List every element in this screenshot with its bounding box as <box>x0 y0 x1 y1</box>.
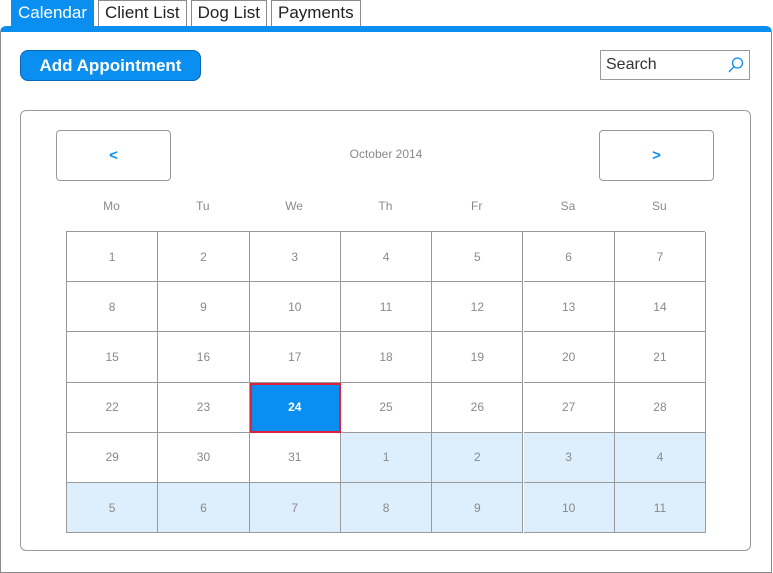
calendar-day[interactable]: 26 <box>432 382 524 433</box>
calendar-day[interactable]: 7 <box>614 232 707 283</box>
next-month-button[interactable]: > <box>599 130 714 181</box>
calendar-day[interactable]: 11 <box>340 282 433 333</box>
calendar-day[interactable]: 9 <box>158 282 250 333</box>
tab-calendar[interactable]: Calendar <box>11 0 94 26</box>
calendar-day[interactable]: 6 <box>523 232 615 283</box>
search-icon[interactable] <box>727 56 745 74</box>
calendar-day[interactable]: 28 <box>614 382 707 433</box>
tab-bar: Calendar Client List Dog List Payments <box>11 0 361 26</box>
calendar-day[interactable]: 23 <box>158 382 250 433</box>
weekday-label: Su <box>651 199 667 213</box>
weekday-label: Th <box>378 199 393 213</box>
calendar-day[interactable]: 15 <box>67 332 159 383</box>
calendar-day[interactable]: 25 <box>340 382 433 433</box>
calendar-grid: 1 2 3 4 5 6 7 8 9 10 11 12 13 14 15 16 17 18 19 20 21 22 23 24 2… <box>66 231 707 534</box>
calendar-day[interactable]: 31 <box>249 432 341 483</box>
calendar-day[interactable]: 20 <box>523 332 615 383</box>
calendar-day-other-month[interactable]: 9 <box>432 483 524 534</box>
calendar-day-other-month[interactable]: 11 <box>614 483 707 534</box>
calendar-day[interactable]: 29 <box>67 432 159 483</box>
weekday-label: Mo <box>103 199 120 213</box>
weekday-label: We <box>285 199 303 213</box>
tab-client-list[interactable]: Client List <box>98 0 187 26</box>
calendar-day[interactable]: 3 <box>249 232 341 283</box>
calendar-day-other-month[interactable]: 3 <box>523 432 615 483</box>
calendar-day[interactable]: 24 <box>249 382 341 433</box>
weekday-label: Fr <box>471 199 483 213</box>
calendar-day[interactable]: 18 <box>340 332 433 383</box>
calendar-day[interactable]: 22 <box>67 382 159 433</box>
month-label: October 2014 <box>349 147 423 161</box>
calendar-day[interactable]: 5 <box>432 232 524 283</box>
previous-month-button[interactable]: < <box>56 130 171 181</box>
add-appointment-button[interactable]: Add Appointment <box>20 50 201 81</box>
calendar-day-other-month[interactable]: 10 <box>523 483 615 534</box>
calendar-day[interactable]: 4 <box>340 232 433 283</box>
weekday-label: Sa <box>560 199 576 213</box>
calendar-day-other-month[interactable]: 1 <box>340 432 433 483</box>
calendar-day[interactable]: 10 <box>249 282 341 333</box>
calendar-day-other-month[interactable]: 2 <box>432 432 524 483</box>
calendar-day[interactable]: 27 <box>523 382 615 433</box>
tab-payments[interactable]: Payments <box>271 0 361 26</box>
calendar-day[interactable]: 2 <box>158 232 250 283</box>
calendar-day-other-month[interactable]: 6 <box>158 483 250 534</box>
calendar-day-other-month[interactable]: 5 <box>67 483 159 534</box>
calendar-day-other-month[interactable]: 4 <box>614 432 707 483</box>
calendar-day-other-month[interactable]: 8 <box>340 483 433 534</box>
calendar-day[interactable]: 16 <box>158 332 250 383</box>
search-box[interactable]: Search <box>600 50 750 80</box>
calendar-day[interactable]: 17 <box>249 332 341 383</box>
calendar-day[interactable]: 14 <box>614 282 707 333</box>
search-input[interactable]: Search <box>606 51 657 79</box>
calendar-day[interactable]: 19 <box>432 332 524 383</box>
calendar-day[interactable]: 12 <box>432 282 524 333</box>
calendar-day[interactable]: 13 <box>523 282 615 333</box>
weekday-label: Tu <box>196 199 210 213</box>
calendar-day[interactable]: 8 <box>67 282 159 333</box>
calendar-day[interactable]: 1 <box>67 232 159 283</box>
weekday-header: Mo Tu We Th Fr Sa Su <box>66 199 705 213</box>
calendar-day-other-month[interactable]: 7 <box>249 483 341 534</box>
calendar-day[interactable]: 21 <box>614 332 707 383</box>
calendar-day[interactable]: 30 <box>158 432 250 483</box>
tab-dog-list[interactable]: Dog List <box>190 0 268 26</box>
